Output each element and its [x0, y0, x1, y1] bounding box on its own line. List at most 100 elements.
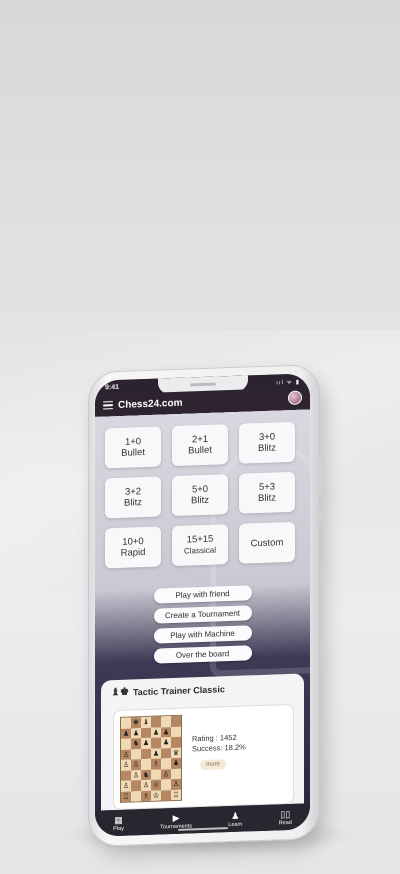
board-square [131, 748, 141, 760]
board-square: ♟ [151, 747, 161, 759]
hamburger-icon[interactable] [103, 400, 113, 410]
tile-time: 5+0 [191, 483, 209, 496]
tile-time: 5+3 [258, 481, 276, 494]
tile-mode: Blitz [124, 497, 142, 509]
phone-screen: 9:41 ııl ᯤ ▮ Chess24.com 1+0 Bullet 2+1 Bu… [95, 373, 310, 837]
time-control-10-0-rapid[interactable]: 10+0 Rapid [105, 526, 161, 569]
learn-icon: ♟ [231, 810, 240, 821]
tab-label: Read [278, 819, 292, 826]
board-square [121, 717, 131, 729]
play-options: Play with friend Create a Tournament Pla… [95, 583, 310, 666]
board-square [151, 716, 161, 728]
tab-learn[interactable]: ♟ Learn [228, 810, 242, 827]
board-square: ♛ [171, 747, 181, 759]
board-square: ♙ [131, 759, 141, 770]
tile-mode: Blitz [258, 442, 276, 455]
tab-label: Play [113, 825, 124, 832]
brand-title: Chess24.com [118, 397, 183, 411]
chess-pieces-icon: ♝♚ [111, 686, 129, 699]
chess-board[interactable]: ♚ ♝ ♟ ♟ ♟ ♟ ♞ ♟ ♟ ♙ ♟ ♛ ♙ ♙ ♗ ♟ ♙ ♞ ♙ ♙ ♙ ♕ ♙ ♖ ♗ ♔ ♖ [120, 714, 182, 803]
more-button[interactable]: more [200, 759, 226, 771]
create-tournament-button[interactable]: Create a Tournament [153, 605, 252, 624]
board-square [121, 769, 131, 781]
phone-mockup: 9:41 ııl ᯤ ▮ Chess24.com 1+0 Bullet 2+1 Bu… [88, 363, 323, 847]
time-control-5-3-blitz[interactable]: 5+3 Blitz [239, 471, 295, 514]
board-square [171, 726, 181, 738]
time-control-15-15-classical[interactable]: 15+15 Classical [172, 524, 228, 567]
board-icon: ▦ [114, 814, 123, 825]
tile-mode: Classical [183, 545, 216, 556]
tactic-title-text: Tactic Trainer Classic [132, 683, 225, 697]
board-square: ♞ [131, 738, 141, 749]
tile-time: 1+0 [124, 436, 142, 448]
time-control-3-2-blitz[interactable]: 3+2 Blitz [105, 476, 161, 519]
tab-play[interactable]: ▦ Play [113, 814, 124, 831]
time-control-3-0-blitz[interactable]: 3+0 Blitz [239, 421, 295, 464]
board-square: ♟ [151, 726, 161, 738]
tile-time: 3+0 [258, 431, 276, 444]
tile-time: 2+1 [191, 433, 209, 446]
board-square: ♟ [171, 757, 181, 769]
board-square [161, 779, 171, 790]
tile-time: 3+2 [124, 486, 142, 498]
play-with-friend-button[interactable]: Play with friend [153, 585, 252, 604]
board-square: ♙ [121, 748, 131, 760]
board-square: ♙ [171, 778, 181, 790]
time-control-custom[interactable]: Custom [239, 521, 295, 564]
board-square [161, 716, 171, 727]
tile-mode: Bullet [121, 447, 145, 459]
avatar[interactable] [288, 390, 302, 406]
time-control-1-0-bullet[interactable]: 1+0 Bullet [105, 426, 161, 469]
board-square: ♙ [161, 768, 171, 780]
board-square [151, 737, 161, 749]
status-time: 9:41 [105, 383, 120, 392]
tile-mode: Custom [250, 536, 284, 549]
side-button [319, 455, 323, 496]
tile-mode: Bullet [188, 444, 212, 457]
board-square [171, 768, 181, 780]
time-control-2-1-bullet[interactable]: 2+1 Bullet [172, 424, 228, 467]
board-square [161, 789, 171, 801]
board-square: ♗ [141, 790, 151, 802]
board-square: ♙ [141, 779, 151, 791]
board-square: ♙ [131, 769, 141, 781]
board-square: ♟ [121, 727, 131, 739]
book-icon: ▯▯ [280, 808, 291, 819]
tile-mode: Blitz [191, 494, 209, 507]
tile-mode: Blitz [258, 492, 276, 505]
board-square: ♟ [161, 726, 171, 738]
board-square: ♟ [131, 727, 141, 739]
tactic-trainer-title: ♝♚ Tactic Trainer Classic [111, 683, 225, 698]
board-square: ♖ [171, 789, 181, 801]
success-text: Success: 18.2% [192, 742, 246, 754]
board-square: ♟ [141, 737, 151, 749]
tab-read[interactable]: ▯▯ Read [279, 808, 292, 825]
board-square: ♙ [121, 780, 131, 792]
play-with-machine-button[interactable]: Play with Machine [153, 625, 252, 644]
time-control-grid: 1+0 Bullet 2+1 Bullet 3+0 Blitz 3+2 Blitz 5+… [105, 421, 295, 569]
board-square: ♖ [121, 790, 131, 802]
board-square [161, 747, 171, 759]
board-square: ♚ [131, 717, 141, 728]
tile-mode: Rapid [120, 546, 146, 559]
side-button-small [319, 505, 323, 524]
board-square [141, 758, 151, 770]
board-square: ♞ [141, 769, 151, 781]
board-square [131, 790, 141, 802]
board-square: ♝ [141, 716, 151, 728]
board-square: ♗ [151, 758, 161, 770]
puzzle-panel[interactable]: ♚ ♝ ♟ ♟ ♟ ♟ ♞ ♟ ♟ ♙ ♟ ♛ ♙ ♙ ♗ ♟ ♙ ♞ ♙ ♙ ♙ ♕ ♙ ♖ ♗ ♔ ♖ Ratin… [113, 703, 294, 811]
tactic-trainer-card[interactable]: ♝♚ Tactic Trainer Classic ♚ ♝ ♟ ♟ ♟ ♟ ♞ ♟ ♟ ♙ ♟… [101, 673, 304, 811]
trophy-icon: ▶ [172, 812, 180, 823]
tab-label: Learn [228, 821, 243, 828]
board-square: ♟ [161, 737, 171, 748]
board-square: ♔ [151, 789, 161, 801]
board-square [141, 748, 151, 760]
status-icons: ııl ᯤ ▮ [276, 379, 300, 387]
tile-time: 10+0 [122, 536, 144, 548]
board-square [141, 727, 151, 739]
time-control-5-0-blitz[interactable]: 5+0 Blitz [172, 474, 228, 517]
board-square [161, 758, 171, 769]
board-square [151, 768, 161, 780]
tab-tournaments[interactable]: ▶ Tournaments [160, 812, 192, 830]
